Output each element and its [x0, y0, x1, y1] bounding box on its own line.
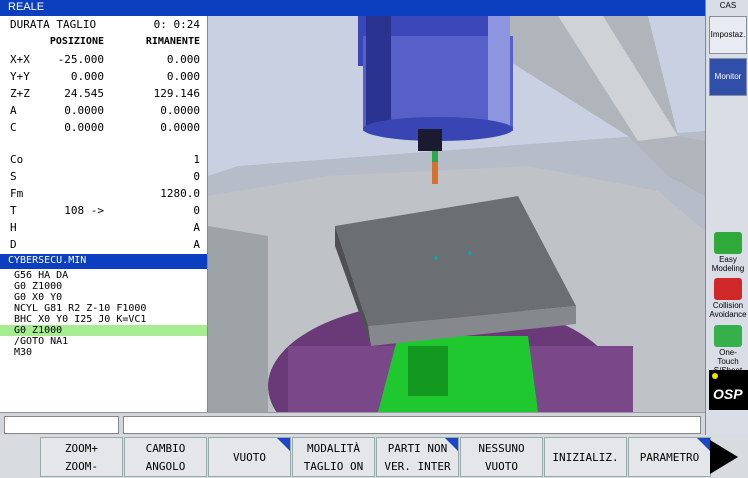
fkey-label-1: NESSUNO	[478, 442, 525, 455]
collision-avoidance-icon	[714, 278, 742, 300]
cas-label: CAS	[719, 1, 737, 10]
param-value: A	[193, 221, 200, 234]
program-line[interactable]: NCYL G81 R2 Z-10 F1000	[0, 303, 207, 314]
fkey-label-1: CAMBIO	[145, 442, 186, 455]
axis-label: A	[10, 104, 17, 117]
program-line[interactable]: /GOTO NA1	[0, 336, 207, 347]
param-value: 0	[193, 204, 200, 217]
axis-label: C	[10, 121, 17, 134]
param-label: S	[10, 170, 17, 183]
function-key-bar: ZOOM+ ZOOM- CAMBIO ANGOLO VUOTO MODALITÀ TA…	[0, 435, 748, 478]
param-row-t: T 108 -> 0	[0, 203, 207, 219]
fkey-label-2: ANGOLO	[145, 460, 186, 473]
axis-label: Y+Y	[10, 70, 30, 83]
input-field[interactable]	[4, 416, 119, 434]
param-label: T	[10, 204, 17, 217]
param-label: D	[10, 238, 17, 251]
zoom-button[interactable]: ZOOM+ ZOOM-	[40, 437, 123, 477]
param-value: A	[193, 238, 200, 251]
fkey-label: VUOTO	[232, 451, 267, 464]
program-line[interactable]: G56 HA DA	[0, 270, 207, 281]
param-value: 1	[193, 153, 200, 166]
title-bar: REALE	[0, 0, 705, 16]
param-row-d: DA	[0, 237, 207, 253]
submenu-marker-icon	[277, 438, 290, 451]
param-label: Co	[10, 153, 24, 166]
param-row-s: S0	[0, 169, 207, 185]
easy-modeling-label: Easy Modeling	[711, 255, 745, 273]
tab-monitor[interactable]: Monitor	[709, 58, 747, 96]
duration-value: 0: 0:24	[153, 18, 200, 31]
fkey-label-1: MODALITÀ	[307, 442, 360, 455]
cambio-angolo-button[interactable]: CAMBIO ANGOLO	[124, 437, 207, 477]
parti-non-ver-button[interactable]: PARTI NON VER. INTER	[376, 437, 459, 477]
osp-logo-text: OSP	[713, 386, 743, 402]
param-row-co: Co 1	[0, 152, 207, 168]
tab-impostaz[interactable]: Impostaz.	[709, 16, 747, 54]
submenu-marker-icon	[445, 438, 458, 451]
modalita-taglio-button[interactable]: MODALITÀ TAGLIO ON	[292, 437, 375, 477]
next-page-arrow-icon[interactable]	[710, 440, 738, 474]
message-bar	[0, 412, 705, 435]
simulation-viewport[interactable]	[208, 16, 705, 412]
param-row-h: HA	[0, 220, 207, 236]
collision-avoidance-button[interactable]: Collision Avoidance	[709, 278, 747, 319]
nessuno-vuoto-button[interactable]: NESSUNO VUOTO	[460, 437, 543, 477]
one-touch-icon	[714, 325, 742, 347]
axis-remaining: 0.0000	[160, 121, 200, 134]
indicator-lamp-icon	[712, 373, 718, 379]
param-value: 1280.0	[160, 187, 200, 200]
one-touch-button[interactable]: One-Touch S/Sheet	[709, 325, 747, 375]
param-label: H	[10, 221, 17, 234]
fkey-label: PARAMETRO	[639, 451, 700, 464]
program-line-current[interactable]: G0 Z1000	[0, 325, 207, 336]
axis-row-y: Y+Y 0.000 0.000	[0, 69, 207, 85]
remaining-header: RIMANENTE	[145, 36, 200, 47]
param-label: Fm	[10, 187, 24, 200]
axis-remaining: 0.0000	[160, 104, 200, 117]
collision-avoidance-label: Collision Avoidance	[709, 301, 747, 319]
param-row-fm: Fm 1280.0	[0, 186, 207, 202]
axis-label: X+X	[10, 53, 30, 66]
window-title: REALE	[8, 1, 45, 13]
fkey-label: INIZIALIZ.	[552, 451, 619, 464]
program-name: CYBERSECU.MIN	[8, 255, 87, 266]
parametro-button[interactable]: PARAMETRO	[628, 437, 711, 477]
program-line[interactable]: BHC X0 Y0 I25 J0 K=VC1	[0, 314, 207, 325]
fkey-label-1: ZOOM+	[64, 442, 99, 455]
duration-row: DURATA TAGLIO 0: 0:24	[0, 17, 207, 33]
axis-row-z: Z+Z 24.545 129.146	[0, 86, 207, 102]
axis-row-a: A 0.0000 0.0000	[0, 103, 207, 119]
fkey-label-2: ZOOM-	[64, 460, 99, 473]
axis-row-x: X+X -25.000 0.000	[0, 52, 207, 68]
program-line[interactable]: G0 X0 Y0	[0, 292, 207, 303]
axis-row-c: C 0.0000 0.0000	[0, 120, 207, 136]
axis-header: POSIZIONE RIMANENTE	[0, 35, 207, 51]
program-name-bar: CYBERSECU.MIN	[0, 254, 207, 269]
program-listing[interactable]: G56 HA DA G0 Z1000 G0 X0 Y0 NCYL G81 R2 …	[0, 270, 207, 358]
param-value: 0	[193, 170, 200, 183]
fkey-label-2: VUOTO	[484, 460, 519, 473]
right-sidebar: CAS Impostaz. Monitor Easy Modeling Coll…	[705, 0, 748, 478]
fkey-label-2: TAGLIO ON	[303, 460, 364, 473]
fkey-label-2: VER. INTER	[384, 460, 451, 473]
easy-modeling-button[interactable]: Easy Modeling	[709, 232, 747, 273]
axis-remaining: 0.000	[166, 70, 200, 83]
vuoto-button[interactable]: VUOTO	[208, 437, 291, 477]
osp-logo: OSP	[709, 370, 748, 410]
inizializ-button[interactable]: INIZIALIZ.	[544, 437, 627, 477]
easy-modeling-icon	[714, 232, 742, 254]
status-panel: DURATA TAGLIO 0: 0:24 POSIZIONE RIMANENT…	[0, 16, 208, 412]
submenu-marker-icon	[697, 438, 710, 451]
axis-remaining: 0.000	[166, 53, 200, 66]
program-line[interactable]: M30	[0, 347, 207, 358]
machine-3d-view	[208, 16, 705, 412]
program-line[interactable]: G0 Z1000	[0, 281, 207, 292]
axis-label: Z+Z	[10, 87, 30, 100]
axis-remaining: 129.146	[153, 87, 200, 100]
message-field	[123, 416, 701, 434]
